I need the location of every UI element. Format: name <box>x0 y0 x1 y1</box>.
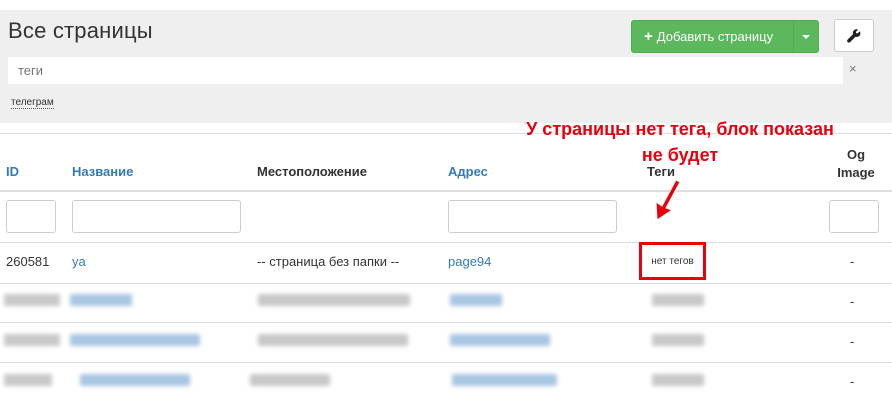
annotation-line1: У страницы нет тега, блок показан <box>526 119 834 139</box>
add-page-dropdown-toggle[interactable] <box>793 21 818 52</box>
no-tags-highlight: нет тегов <box>639 242 706 280</box>
redacted-cell <box>452 374 557 386</box>
filter-address-input[interactable] <box>448 200 617 233</box>
filter-og-input[interactable] <box>829 200 879 233</box>
add-page-button[interactable]: + Добавить страницу <box>632 21 793 52</box>
row-og-value: - <box>850 294 855 309</box>
redacted-cell <box>70 294 132 306</box>
redacted-cell <box>652 334 704 346</box>
add-page-button-group: + Добавить страницу <box>631 20 819 53</box>
redacted-cell <box>652 374 704 386</box>
settings-button[interactable] <box>834 19 874 52</box>
redacted-cell <box>80 374 190 386</box>
tags-search-input[interactable] <box>8 57 843 84</box>
caret-down-icon <box>802 34 811 39</box>
row-og-value: - <box>850 254 855 269</box>
row-id: 260581 <box>6 254 50 269</box>
row-divider <box>0 362 892 363</box>
clear-search-icon[interactable]: × <box>849 61 857 76</box>
row-location: -- страница без папки -- <box>257 254 400 269</box>
redacted-cell <box>258 294 410 306</box>
page-title: Все страницы <box>8 18 153 43</box>
column-header-address[interactable]: Адрес <box>448 164 488 179</box>
tag-filter-link[interactable]: телеграм <box>11 97 54 109</box>
plus-icon: + <box>644 28 653 45</box>
redacted-cell <box>652 294 704 306</box>
redacted-cell <box>258 334 408 346</box>
redacted-cell <box>4 334 60 346</box>
row-og-value: - <box>850 334 855 349</box>
annotation-arrow-icon <box>655 180 681 221</box>
add-page-label: Добавить страницу <box>656 29 774 44</box>
redacted-cell <box>450 334 550 346</box>
annotation-line2: не будет <box>641 145 719 165</box>
row-tags-value: нет тегов <box>651 255 694 267</box>
row-divider <box>0 322 892 323</box>
row-divider <box>0 283 892 284</box>
row-og-value: - <box>850 374 855 389</box>
filter-name-input[interactable] <box>72 200 241 233</box>
redacted-cell <box>4 374 52 386</box>
column-header-location: Местоположение <box>257 164 367 179</box>
column-header-name[interactable]: Название <box>72 164 133 179</box>
redacted-cell <box>4 294 60 306</box>
filter-id-input[interactable] <box>6 200 56 233</box>
redacted-cell <box>250 374 330 386</box>
column-header-id[interactable]: ID <box>6 164 19 179</box>
row-name-link[interactable]: ya <box>72 254 86 269</box>
wrench-icon <box>847 28 861 43</box>
redacted-cell <box>70 334 200 346</box>
header-divider <box>0 190 892 192</box>
redacted-cell <box>450 294 502 306</box>
row-address-link[interactable]: page94 <box>448 254 491 269</box>
annotation-callout: У страницы нет тега, блок показан не буд… <box>495 116 865 168</box>
row-divider <box>0 242 892 243</box>
